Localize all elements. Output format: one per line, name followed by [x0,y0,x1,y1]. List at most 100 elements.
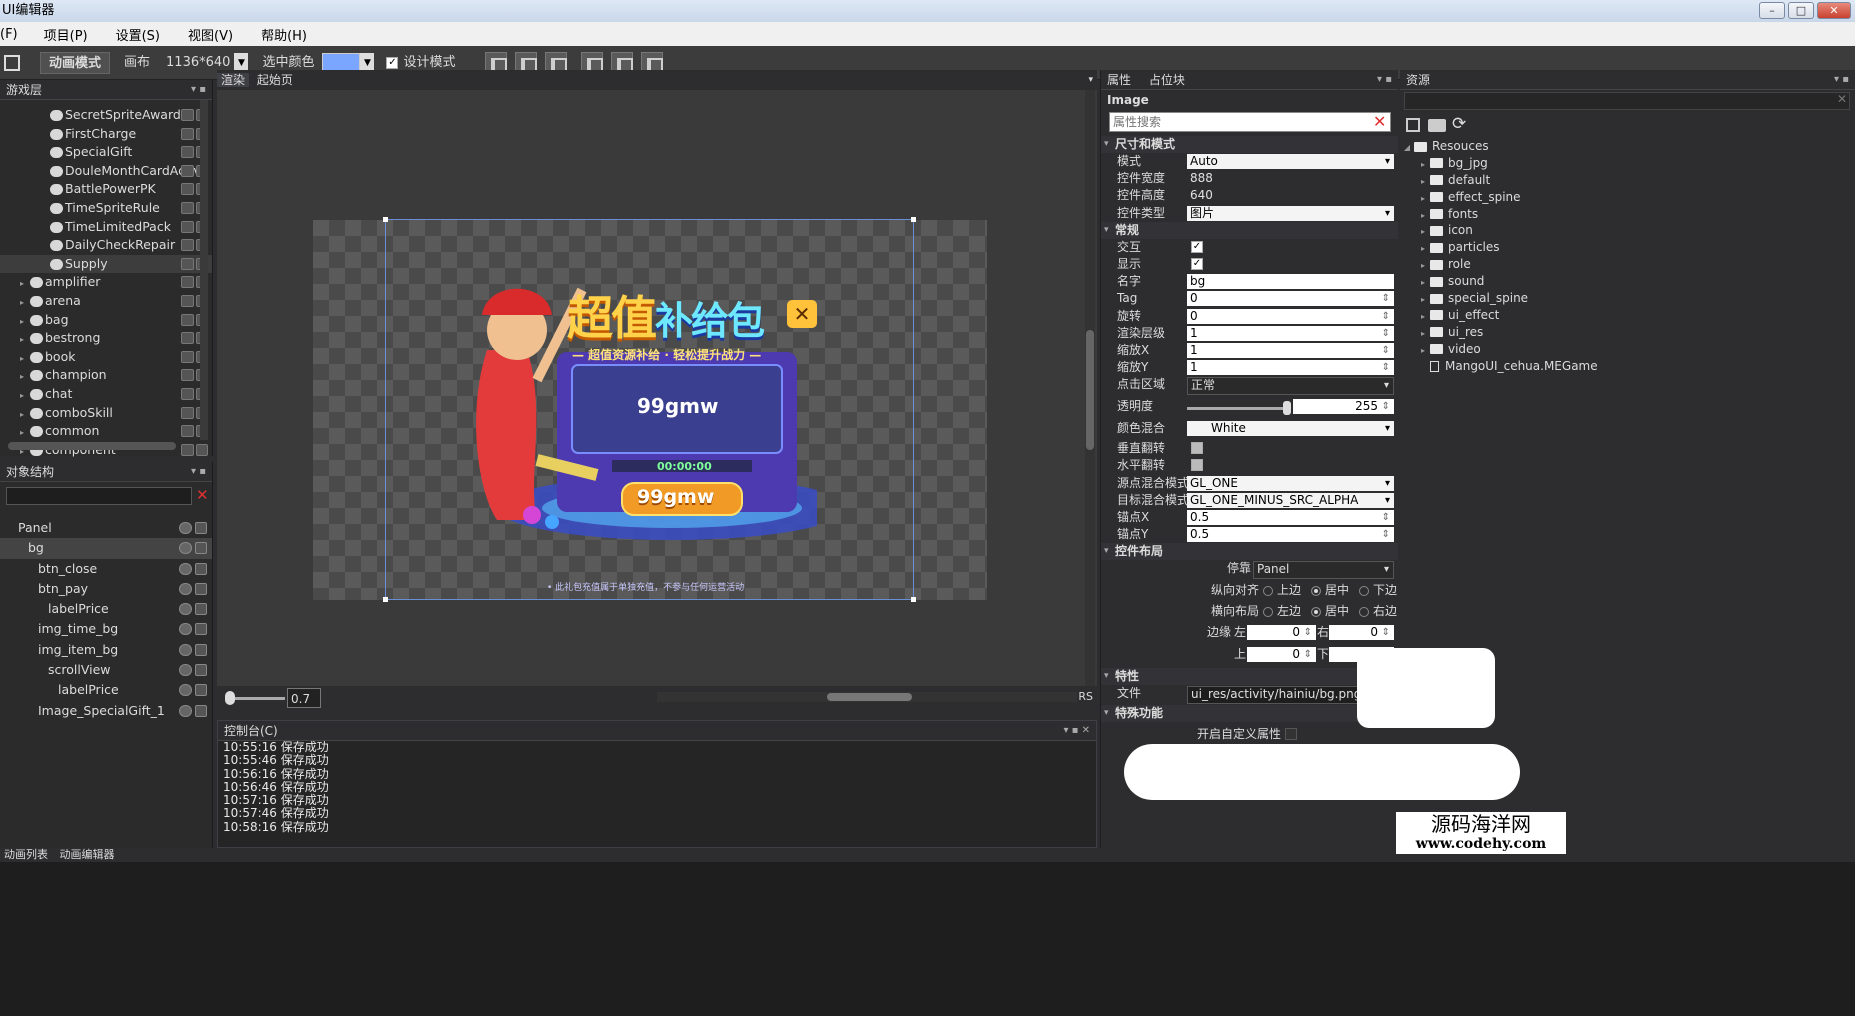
resource-folder[interactable]: ▸ bg_jpg [1400,155,1855,172]
valign-top-radio[interactable] [1263,585,1273,596]
selection-frame[interactable] [385,219,914,600]
type-select[interactable]: 图片 [1187,205,1394,221]
resource-folder[interactable]: ▸ special_spine [1400,290,1855,307]
resource-folder[interactable]: ▸ particles [1400,239,1855,256]
pin-icon[interactable]: ▾ ▪ [1377,70,1392,90]
tab-animation-editor[interactable]: 动画编辑器 [60,848,115,861]
opacity-slider-thumb[interactable] [1283,401,1291,416]
opacity-slider[interactable] [1187,407,1287,411]
game-layer-item[interactable]: ▸ comboSkill [0,404,212,423]
lock-icon[interactable] [195,643,207,656]
menu-file[interactable]: (F) [0,27,44,42]
game-layer-item[interactable]: TimeLimitedPack [0,218,212,237]
resource-folder[interactable]: ▸ fonts [1400,206,1855,223]
visibility-icon[interactable] [181,425,194,438]
game-layer-item[interactable]: Supply [0,254,212,274]
close-icon[interactable]: ✕ [1817,2,1851,19]
property-search-input[interactable] [1109,112,1391,132]
flip-v-checkbox[interactable] [1191,442,1203,455]
game-layer-item[interactable]: ▸ bestrong [0,329,212,348]
lock-icon[interactable] [195,684,207,697]
animation-mode-button[interactable]: 动画模式 [40,51,111,74]
resource-folder[interactable]: ▸ ui_res [1400,324,1855,341]
visibility-icon[interactable] [179,623,192,636]
interact-checkbox[interactable]: ✓ [1191,240,1203,253]
tab-render[interactable]: 渲染 [217,73,250,87]
design-canvas[interactable]: 超值补给包 ✕ — 超值资源补给 · 轻松提升战力 — 99gmw 00:00:… [217,90,1097,686]
visibility-icon[interactable] [181,332,194,345]
visibility-icon[interactable] [181,294,194,307]
visibility-icon[interactable] [181,239,194,252]
list-view-icon[interactable] [1406,118,1420,132]
lock-icon[interactable] [195,562,207,575]
dock-select[interactable]: Panel [1253,561,1394,580]
section-size-mode[interactable]: 尺寸和模式 [1101,136,1398,153]
section-common[interactable]: 常规 [1101,221,1398,239]
visibility-icon[interactable] [179,542,192,555]
visibility-icon[interactable] [181,350,194,363]
game-layer-item[interactable]: ▸ common [0,422,212,441]
object-tree-item[interactable]: bg [0,538,212,559]
resource-folder[interactable]: ▸ ui_effect [1400,307,1855,324]
lock-icon[interactable] [195,623,207,636]
resource-folder[interactable]: ▸ sound [1400,273,1855,290]
resource-folder[interactable]: ▸ default [1400,172,1855,189]
mode-select[interactable]: Auto [1187,154,1394,169]
game-layer-vscroll[interactable] [200,100,208,440]
margin-left-input[interactable]: 0 [1247,625,1316,641]
scaley-input[interactable]: 1 [1187,360,1394,376]
visibility-icon[interactable] [179,562,192,575]
tab-properties[interactable]: 属性 [1107,73,1145,87]
visibility-icon[interactable] [181,183,194,196]
open-folder-icon[interactable] [1428,119,1446,132]
valign-bottom-radio[interactable] [1359,585,1369,596]
object-tree-item[interactable]: Image_SpecialGift_1 [0,701,212,721]
zoom-input[interactable]: 0.7 [287,688,321,708]
resource-root[interactable]: ◢ Resouces [1400,138,1855,155]
object-tree-item[interactable]: img_item_bg [0,640,212,660]
game-layer-item[interactable]: ▸ arena [0,292,212,311]
tab-start-page[interactable]: 起始页 [253,73,297,87]
resize-handle[interactable] [383,217,388,222]
section-feature[interactable]: 特性 [1101,668,1398,686]
refresh-icon[interactable]: ⟳ [1452,114,1466,134]
visibility-icon[interactable] [181,257,194,270]
valign-center-radio[interactable] [1311,585,1321,596]
halign-right-radio[interactable] [1359,606,1369,617]
game-layer-item[interactable]: ▸ bag [0,311,212,330]
visibility-icon[interactable] [181,201,194,214]
opacity-input[interactable]: 255 [1293,399,1394,415]
anchory-input[interactable]: 0.5 [1187,527,1394,543]
section-layout[interactable]: 控件布局 [1101,543,1398,561]
game-layer-item[interactable]: ▸ chat [0,385,212,404]
object-tree-item[interactable]: img_time_bg [0,619,212,639]
game-layer-item[interactable]: ▸ amplifier [0,273,212,292]
visibility-icon[interactable] [181,109,194,121]
object-tree-item[interactable]: labelPrice [0,599,212,619]
resize-handle[interactable] [911,217,916,222]
visibility-icon[interactable] [179,684,192,697]
visibility-icon[interactable] [179,603,192,616]
resource-folder[interactable]: ▸ effect_spine [1400,189,1855,206]
rotate-input[interactable]: 0 [1187,308,1394,324]
lock-icon[interactable] [195,603,207,616]
visibility-icon[interactable] [179,664,192,677]
visible-checkbox[interactable]: ✓ [1191,257,1203,270]
resource-folder[interactable]: ▸ role [1400,256,1855,273]
visibility-icon[interactable] [181,220,194,233]
object-tree-item[interactable]: labelPrice [0,680,212,700]
lock-icon[interactable] [195,542,207,555]
visibility-icon[interactable] [181,387,194,400]
name-input[interactable]: bg [1187,274,1394,290]
canvas-vscroll[interactable] [1085,90,1095,686]
visibility-icon[interactable] [179,643,192,656]
canvas-hscroll[interactable] [657,692,1077,702]
game-layer-item[interactable]: ▸ champion [0,366,212,385]
lock-icon[interactable] [196,443,208,456]
console-close-icon[interactable]: ▾ ▪ ✕ [1063,721,1090,741]
dst-blend-select[interactable]: GL_ONE_MINUS_SRC_ALPHA [1187,492,1394,508]
pin-icon[interactable]: ▾ ▪ [1834,70,1849,90]
game-layer-hscroll[interactable] [8,442,176,450]
halign-center-radio[interactable] [1311,606,1321,617]
tab-placeholder[interactable]: 占位块 [1149,73,1185,87]
